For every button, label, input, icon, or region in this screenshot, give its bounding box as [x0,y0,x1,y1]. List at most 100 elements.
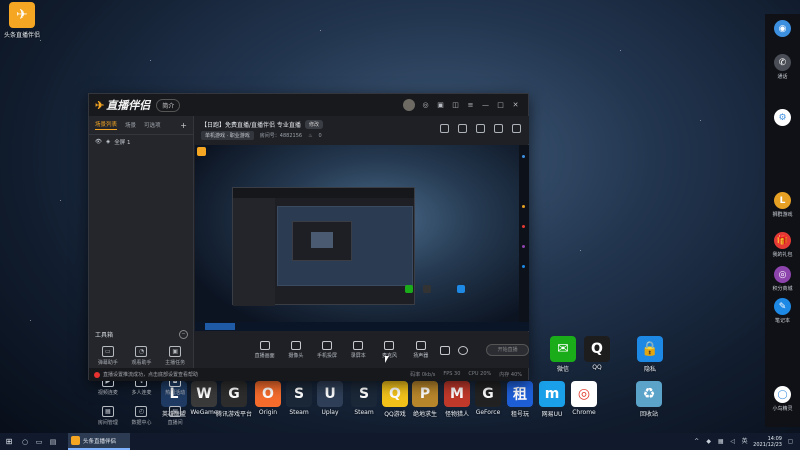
logo-text: 直播伴侣 [106,99,151,112]
app-icon: m [539,381,565,407]
title-bar: ✈ 直播伴侣 简介 ◎ ▣ ◫ ≡ — □ ✕ [89,94,528,116]
task-view-icon[interactable]: ▭ [32,433,46,450]
bell-icon[interactable] [494,124,503,133]
lock-icon[interactable]: ◈ [106,139,110,145]
stream-title: 【日跑】免费直播/直播伴侣 专业直播 [201,122,301,129]
desktop-icon-label: Chrome [572,409,596,416]
control-mic[interactable]: 麦克风 [378,341,401,359]
tool-item[interactable]: ▭ 弹幕助手 [91,346,125,366]
app-icon: U [317,381,343,407]
hot-count: 0 [318,132,322,139]
menu-icon[interactable]: ≡ [466,101,475,110]
user-icon: ◔ [135,346,148,357]
tool-item[interactable]: ◴ 数据中心 [125,406,159,426]
eye-icon[interactable]: 👁 [95,139,102,145]
clock[interactable]: 14:09 2021/12/23 [753,436,782,448]
app-icon: Q [584,336,610,362]
tool-item[interactable]: ▤ 直播间 [158,406,192,426]
volume-icon[interactable]: ◁ [729,438,736,445]
tool-label: 主播任务 [165,360,186,366]
control-camera[interactable]: 摄像头 [284,341,307,359]
file-explorer-icon[interactable]: ▤ [46,433,60,450]
camera-toggle[interactable] [440,345,451,355]
desktop-icon[interactable]: Q QQ [575,336,619,371]
live-preview[interactable] [195,145,529,331]
tool-item[interactable]: ◔ 观看助手 [125,346,159,366]
network-icon[interactable]: ▦ [717,438,724,445]
tray-app-icon[interactable]: ◆ [705,438,712,445]
screen-icon[interactable] [476,124,485,133]
windows-start-icon[interactable]: ⊞ [0,433,18,450]
camera-icon [290,341,301,350]
app-icon: G [221,381,247,407]
desktop-icon-label: QQ [592,364,602,371]
desktop-icon-label: 回收站 [639,411,658,418]
calendar-icon: ▤ [169,406,182,417]
notification-icon[interactable]: ▢ [787,438,794,445]
sidebar-app-icon: ◉ [774,20,791,37]
tab-options[interactable]: 可选项 [144,121,161,129]
avatar[interactable] [403,99,415,111]
scene-item-label: 全屏 1 [114,140,131,146]
sidebar-item[interactable]: ⚙ [765,109,800,128]
record-icon [353,341,364,350]
sidebar-item[interactable]: ◯ 小鸟精灵 [765,386,800,412]
toolbox-title: 工具箱 [95,332,114,339]
sidebar-item[interactable]: ✎ 笔记本 [765,298,800,324]
desktop-icon[interactable]: ◎ Chrome [563,381,605,416]
data-icon: ◴ [135,406,148,417]
app-icon: ✉ [550,336,576,362]
desktop-icon[interactable]: ♻ 回收站 [628,381,670,418]
scene-item[interactable]: 👁 ◈ 全屏 1 [89,135,193,149]
sidebar-item[interactable]: ◎ 积分商城 [765,266,800,292]
tool-label: 视频连麦 [97,390,118,396]
add-scene-icon[interactable]: + [180,121,187,130]
mic-icon [384,341,395,350]
app-icon: 租 [507,381,533,407]
room-icon: ▦ [101,406,114,417]
desktop-icon-live-companion[interactable]: ✈ 头条直播伴侣 [2,2,42,39]
desktop-icon[interactable]: 🔒 隐私 [628,336,672,373]
message-icon[interactable]: ▣ [436,101,445,110]
chat-icon: ▭ [101,346,114,357]
sidebar-item[interactable]: ✆ 通话 [765,54,800,80]
minimize-icon[interactable]: — [481,101,490,110]
sidebar-item[interactable]: ◉ [765,20,800,39]
search-icon[interactable]: ○ [18,433,32,450]
input-language[interactable]: 英 [741,438,748,445]
control-screen[interactable]: 直播画面 [253,341,276,359]
share-icon[interactable] [512,124,521,133]
sidebar-item[interactable]: L 狮群游戏 [765,192,800,218]
tab-scene-list[interactable]: 场景列表 [95,120,118,130]
toolbox-collapse-icon[interactable]: − [179,330,188,339]
sidebar-app-icon: ◎ [774,266,791,283]
go-live-button[interactable]: 开始直播 [486,344,529,356]
control-label: 直播画面 [254,353,275,359]
close-icon[interactable]: ✕ [511,101,520,110]
control-speaker[interactable]: 扬声器 [409,341,432,359]
app-logo: ✈ 直播伴侣 [95,97,150,113]
preview-nested-window [232,187,415,306]
control-phone-cast[interactable]: 手机投屏 [315,341,338,359]
status-text[interactable]: 直播设置推流成功，点击底部设置查看帮助 [103,371,198,378]
maximize-icon[interactable]: □ [496,101,505,110]
edit-title-button[interactable]: 修改 [304,120,323,129]
control-record[interactable]: 录屏本 [347,341,370,359]
tool-label: 多人连麦 [131,390,152,396]
notice-icon[interactable]: ◎ [421,101,430,110]
skin-icon[interactable]: ◫ [451,101,460,110]
screen-icon [259,341,270,350]
tool-item[interactable]: ▦ 房间管理 [91,406,125,426]
chevron-up-icon[interactable]: ^ [693,438,700,445]
category-chip[interactable]: 单机游戏 · 职业游戏 [201,131,254,140]
tab-scene[interactable]: 场景 [125,121,136,129]
bag-icon[interactable] [458,124,467,133]
sidebar-item[interactable]: 🎁 我的礼包 [765,232,800,258]
gift-icon[interactable] [440,124,449,133]
intro-button[interactable]: 简介 [156,98,181,112]
taskbar-app-live-companion[interactable]: 头条直播伴侣 [68,433,130,450]
tool-item[interactable]: ▣ 主播任务 [158,346,192,366]
sidebar-item-label: 狮群游戏 [772,212,793,218]
settings-button[interactable] [458,345,469,355]
app-icon: P [412,381,438,407]
